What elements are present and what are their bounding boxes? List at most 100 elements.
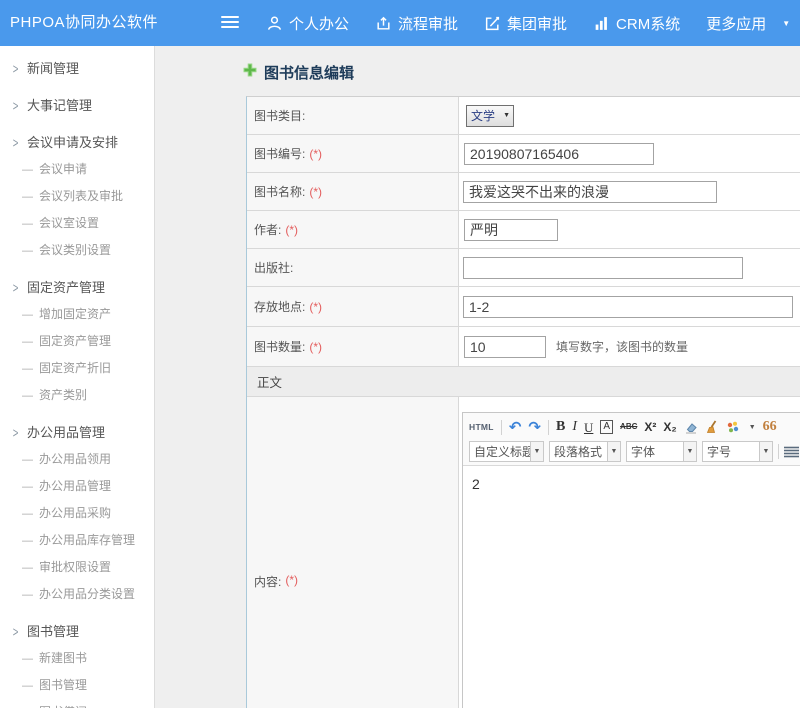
redo-icon[interactable]: ↷: [528, 420, 541, 435]
nav-label: 流程审批: [398, 13, 458, 34]
user-icon: [266, 15, 283, 32]
location-input[interactable]: [463, 296, 793, 318]
sidebar-item-meeting-apply[interactable]: —会议申请: [0, 156, 154, 183]
nav-personal-office[interactable]: 个人办公: [266, 13, 349, 34]
sidebar-group-assets[interactable]: >固定资产管理: [0, 274, 154, 301]
nav-label: 集团审批: [507, 13, 567, 34]
dash-icon: —: [22, 653, 33, 665]
page-title: 图书信息编辑: [243, 62, 354, 83]
sidebar-item-approval-permission[interactable]: —审批权限设置: [0, 554, 154, 581]
sidebar-item-supplies-purchase[interactable]: —办公用品采购: [0, 500, 154, 527]
dropdown-value: 段落格式: [550, 442, 607, 461]
nav-more-apps[interactable]: 更多应用 ▼: [706, 13, 790, 34]
sidebar-item-supplies-claim[interactable]: —办公用品领用: [0, 446, 154, 473]
sidebar-item-meeting-room[interactable]: —会议室设置: [0, 210, 154, 237]
justify-icon[interactable]: [784, 446, 799, 458]
caret-down-icon: ▼: [607, 442, 620, 461]
sidebar-item-asset-manage[interactable]: —固定资产管理: [0, 328, 154, 355]
sidebar-group-events[interactable]: >大事记管理: [0, 92, 154, 119]
dash-icon: —: [22, 481, 33, 493]
select-caret-icon: ▼: [503, 112, 510, 119]
paragraph-format-dropdown[interactable]: 段落格式 ▼: [549, 441, 621, 462]
sidebar-item-add-asset[interactable]: —增加固定资产: [0, 301, 154, 328]
quantity-hint: 填写数字，该图书的数量: [556, 338, 688, 355]
form-row-location: 存放地点: (*): [247, 287, 800, 327]
nav-workflow-approval[interactable]: 流程审批: [375, 13, 458, 34]
broom-icon[interactable]: [705, 420, 719, 434]
sidebar-item-supplies-manage[interactable]: —办公用品管理: [0, 473, 154, 500]
dash-icon: —: [22, 309, 33, 321]
form-row-quantity: 图书数量: (*) 填写数字，该图书的数量: [247, 327, 800, 367]
field-value: [459, 287, 800, 326]
bar-chart-icon: [593, 15, 610, 32]
sidebar-item-book-borrow[interactable]: —图书借阅: [0, 699, 154, 708]
edit-icon: [484, 15, 501, 32]
label-text: 存放地点:: [254, 298, 305, 315]
book-edit-form: 图书类目: 文学 ▼ 图书编号: (*) 图书名称: (*): [246, 96, 800, 708]
font-family-dropdown[interactable]: 字体 ▼: [626, 441, 697, 462]
html-source-button[interactable]: HTML: [469, 423, 494, 432]
field-value: [459, 135, 800, 172]
category-select[interactable]: 文学 ▼: [466, 105, 514, 127]
subscript-button[interactable]: X₂: [663, 421, 676, 433]
nav-label: 更多应用: [706, 13, 766, 34]
bold-button[interactable]: B: [556, 420, 565, 434]
form-row-category: 图书类目: 文学 ▼: [247, 97, 800, 135]
sidebar-item-supplies-inventory[interactable]: —办公用品库存管理: [0, 527, 154, 554]
heading-dropdown[interactable]: 自定义标题 ▼: [469, 441, 544, 462]
sidebar-group-meetings[interactable]: > 会议申请及安排: [0, 129, 154, 156]
dash-icon: —: [22, 363, 33, 375]
font-color-button[interactable]: A: [600, 420, 613, 434]
paint-format-icon[interactable]: [726, 420, 740, 434]
label-text: 作者:: [254, 221, 281, 238]
quantity-input[interactable]: [464, 336, 546, 358]
sidebar-item-new-book[interactable]: —新建图书: [0, 645, 154, 672]
book-name-input[interactable]: [463, 181, 717, 203]
toolbar-separator: [501, 420, 502, 435]
sidebar-group-news[interactable]: >新闻管理: [0, 55, 154, 82]
sidebar-item-asset-depreciation[interactable]: —固定资产折旧: [0, 355, 154, 382]
sidebar-group-supplies[interactable]: >办公用品管理: [0, 419, 154, 446]
dash-icon: —: [22, 336, 33, 348]
nav-label: 个人办公: [289, 13, 349, 34]
italic-button[interactable]: I: [572, 420, 577, 434]
editor-content-area[interactable]: 2: [463, 466, 800, 708]
field-label: 出版社:: [247, 249, 459, 286]
sidebar-group-label: 会议申请及安排: [27, 135, 118, 150]
nav-crm-system[interactable]: CRM系统: [593, 13, 680, 34]
blockquote-button[interactable]: 66: [763, 420, 777, 434]
page-title-text: 图书信息编辑: [264, 62, 354, 83]
editor-toolbar: HTML ↶ ↷ B I U A ABC X² X₂: [463, 413, 800, 466]
eraser-icon[interactable]: [684, 421, 698, 434]
sidebar-group-label: 图书管理: [27, 624, 79, 639]
sidebar-item-label: 办公用品领用: [39, 452, 111, 466]
sidebar-item-label: 办公用品库存管理: [39, 533, 135, 547]
underline-button[interactable]: U: [584, 421, 593, 434]
nav-group-approval[interactable]: 集团审批: [484, 13, 567, 34]
sidebar-item-supplies-category[interactable]: —办公用品分类设置: [0, 581, 154, 608]
app-logo: PHPOA协同办公软件: [10, 0, 158, 46]
font-size-dropdown[interactable]: 字号 ▼: [702, 441, 773, 462]
sidebar-item-book-manage[interactable]: —图书管理: [0, 672, 154, 699]
required-marker: (*): [309, 185, 322, 199]
strikethrough-button[interactable]: ABC: [620, 423, 637, 431]
publisher-input[interactable]: [463, 257, 743, 279]
author-input[interactable]: [464, 219, 558, 241]
sidebar-item-meeting-list[interactable]: —会议列表及审批: [0, 183, 154, 210]
sidebar-group-label: 大事记管理: [27, 98, 92, 113]
label-text: 图书类目:: [254, 107, 305, 124]
sidebar-group-books[interactable]: >图书管理: [0, 618, 154, 645]
sidebar-group-label: 新闻管理: [27, 61, 79, 76]
superscript-button[interactable]: X²: [644, 421, 656, 433]
undo-icon[interactable]: ↶: [509, 420, 522, 435]
chevron-right-icon: >: [13, 128, 19, 159]
required-marker: (*): [309, 300, 322, 314]
caret-down-icon[interactable]: ▼: [749, 424, 756, 431]
book-no-input[interactable]: [464, 143, 654, 165]
plus-icon: [243, 63, 257, 82]
sidebar-item-asset-category[interactable]: —资产类别: [0, 382, 154, 409]
sidebar-item-meeting-category[interactable]: —会议类别设置: [0, 237, 154, 264]
hamburger-menu-icon[interactable]: [221, 16, 239, 31]
label-text: 内容:: [254, 573, 281, 590]
dash-icon: —: [22, 191, 33, 203]
